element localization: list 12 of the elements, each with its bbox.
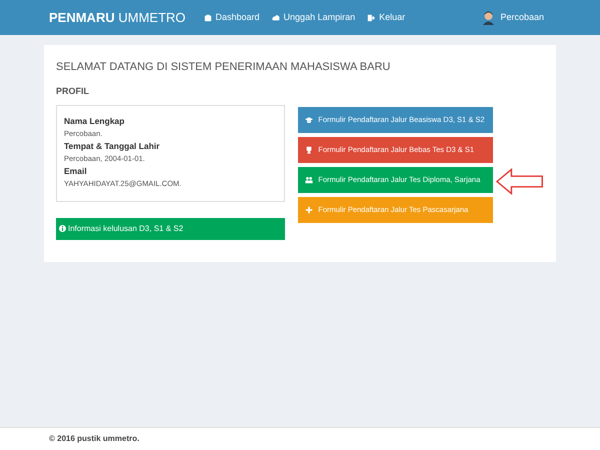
brand-logo[interactable]: PENMARU UMMETRO (49, 8, 186, 28)
field-label: Tempat & Tanggal Lahir (64, 140, 161, 152)
welcome-heading: SELAMAT DATANG DI SISTEM PENERIMAAN MAHASISWA BARU (56, 60, 392, 75)
nav-link[interactable]: Dashboard (204, 10, 260, 24)
nav-link[interactable]: Unggah Lampiran (272, 10, 356, 24)
field-label: Email (64, 164, 88, 176)
profile-heading: PROFIL (56, 85, 90, 98)
nav-link[interactable]: Keluar (367, 10, 406, 24)
field-label: Nama Lengkap (64, 114, 126, 126)
footer-text: © 2016 pustik ummetro. (49, 433, 140, 445)
info-button[interactable]: Informasi kelulusan D3, S1 & S2 (56, 218, 286, 240)
user-name[interactable]: Percobaan (500, 10, 544, 24)
